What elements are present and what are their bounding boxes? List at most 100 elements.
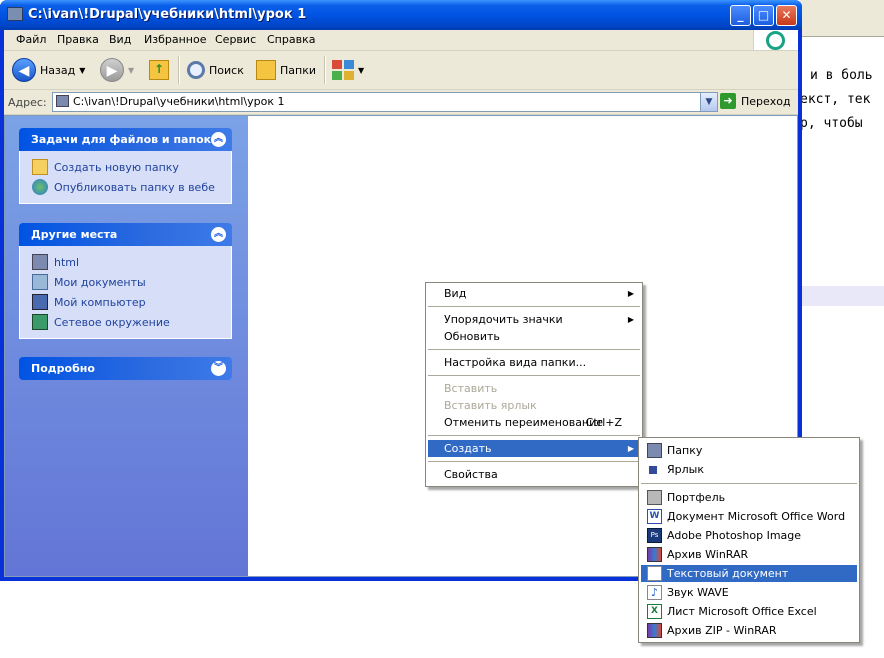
menu-item-customize[interactable]: Настройка вида папки... [428,354,640,371]
menu-separator [641,483,857,484]
panel-header[interactable]: Задачи для файлов и папок ︽ [19,128,232,151]
menu-favorites[interactable]: Избранное [144,33,206,46]
excel-sheet-icon: X [647,604,662,619]
menu-item-label: Архив ZIP - WinRAR [667,624,777,637]
menu-item-create[interactable]: Создать ▶ [428,440,640,457]
new-folder-link[interactable]: Создать новую папку [20,157,231,177]
panel-title: Другие места [31,228,118,241]
title-bar[interactable]: C:\ivan\!Drupal\учебники\html\урок 1 _ □… [0,0,802,30]
menu-item-label: Архив WinRAR [667,548,749,561]
publish-web-link[interactable]: Опубликовать папку в вебе [20,177,231,197]
folder-icon [647,443,662,458]
forward-arrow-icon: ▶ [100,58,124,82]
submenu-item-word[interactable]: W Документ Microsoft Office Word [641,508,857,525]
context-menu: Вид ▶ Упорядочить значки ▶ Обновить Наст… [425,282,643,487]
go-arrow-icon: ➜ [720,93,736,109]
menu-item-paste-shortcut: Вставить ярлык [428,397,640,414]
submenu-item-photoshop[interactable]: Ps Adobe Photoshop Image [641,527,857,544]
menu-item-properties[interactable]: Свойства [428,466,640,483]
folders-button[interactable]: Папки [256,55,316,85]
menu-item-paste: Вставить [428,380,640,397]
submenu-arrow-icon: ▶ [627,444,634,453]
forward-button[interactable]: ▶ ▼ [100,55,134,85]
folders-icon [256,60,276,80]
sound-icon: ♪ [647,585,662,600]
submenu-arrow-icon: ▶ [627,289,634,298]
submenu-item-winrar[interactable]: Архив WinRAR [641,546,857,563]
submenu-item-zip[interactable]: Архив ZIP - WinRAR [641,622,857,639]
file-tasks-panel: Задачи для файлов и папок ︽ Создать нову… [19,128,232,204]
documents-icon [32,274,48,290]
menu-help[interactable]: Справка [267,33,315,46]
menu-item-label: Упорядочить значки [444,313,563,326]
submenu-item-folder[interactable]: Папку [641,442,857,459]
address-dropdown-icon[interactable]: ▼ [700,93,717,111]
menu-item-label: Вставить ярлык [444,399,537,412]
background-highlight [800,286,884,306]
folder-icon [56,95,69,107]
create-submenu: Папку Ярлык Портфель W Документ Microsof… [638,437,860,643]
link-label: Создать новую папку [54,160,179,174]
menu-separator [428,461,640,462]
photoshop-icon: Ps [647,528,662,543]
submenu-item-briefcase[interactable]: Портфель [641,489,857,506]
forward-dropdown-icon[interactable]: ▼ [128,66,134,75]
views-button[interactable]: ▼ [332,55,364,85]
submenu-item-shortcut[interactable]: Ярлык [641,461,857,478]
panel-header[interactable]: Другие места ︽ [19,223,232,246]
address-input[interactable]: C:\ivan\!Drupal\учебники\html\урок 1 ▼ [52,92,718,112]
zip-archive-icon [647,623,662,638]
panel-title: Задачи для файлов и папок [31,133,212,146]
collapse-chevron-icon[interactable]: ︽ [211,132,226,147]
link-label: Сетевое окружение [54,315,170,329]
folder-up-icon: ↑ [149,60,169,80]
menu-item-label: Обновить [444,330,500,343]
details-panel: Подробно ︾ [19,357,232,380]
expand-chevron-icon[interactable]: ︾ [211,361,226,376]
go-label: Переход [741,94,791,108]
menu-item-refresh[interactable]: Обновить [428,328,640,345]
address-value: C:\ivan\!Drupal\учебники\html\урок 1 [73,95,285,108]
menu-item-label: Текстовый документ [667,567,789,580]
toolbar-separator [178,56,180,84]
place-link-network[interactable]: Сетевое окружение [20,312,231,332]
other-places-panel: Другие места ︽ html Мои документы Мой ко… [19,223,232,339]
menu-file[interactable]: Файл [16,33,46,46]
views-dropdown-icon[interactable]: ▼ [358,66,364,75]
panel-header[interactable]: Подробно ︾ [19,357,232,380]
views-icon [332,60,354,80]
background-text-line: р, чтобы [800,116,863,131]
search-button[interactable]: Поиск [187,55,244,85]
address-bar: Адрес: C:\ivan\!Drupal\учебники\html\уро… [4,90,798,115]
place-link-html[interactable]: html [20,252,231,272]
new-folder-icon [32,159,48,175]
menu-edit[interactable]: Правка [57,33,99,46]
menu-item-arrange[interactable]: Упорядочить значки ▶ [428,311,640,328]
toolbar-separator [324,56,326,84]
up-button[interactable]: ↑ [149,55,169,85]
link-label: Мой компьютер [54,295,146,309]
menu-view[interactable]: Вид [109,33,131,46]
menu-item-label: Свойства [444,468,498,481]
close-button[interactable]: ✕ [776,5,797,26]
menu-tools[interactable]: Сервис [215,33,256,46]
submenu-item-excel[interactable]: X Лист Microsoft Office Excel [641,603,857,620]
window-title: C:\ivan\!Drupal\учебники\html\урок 1 [28,7,307,22]
shortcut-icon [649,466,657,474]
submenu-item-wave[interactable]: ♪ Звук WAVE [641,584,857,601]
maximize-button[interactable]: □ [753,5,774,26]
back-dropdown-icon[interactable]: ▼ [79,66,85,75]
menu-item-view[interactable]: Вид ▶ [428,285,640,302]
submenu-item-text-document[interactable]: Текстовый документ [641,565,857,582]
back-button[interactable]: ◀ Назад ▼ [12,55,85,85]
go-button[interactable]: ➜ Переход [720,93,791,109]
collapse-chevron-icon[interactable]: ︽ [211,227,226,242]
place-link-my-documents[interactable]: Мои документы [20,272,231,292]
menu-separator [428,306,640,307]
back-arrow-icon: ◀ [12,58,36,82]
menu-item-undo-rename[interactable]: Отменить переименование Ctrl+Z [428,414,640,431]
menu-item-label: Документ Microsoft Office Word [667,510,846,523]
word-document-icon: W [647,509,662,524]
place-link-my-computer[interactable]: Мой компьютер [20,292,231,312]
minimize-button[interactable]: _ [730,5,751,26]
